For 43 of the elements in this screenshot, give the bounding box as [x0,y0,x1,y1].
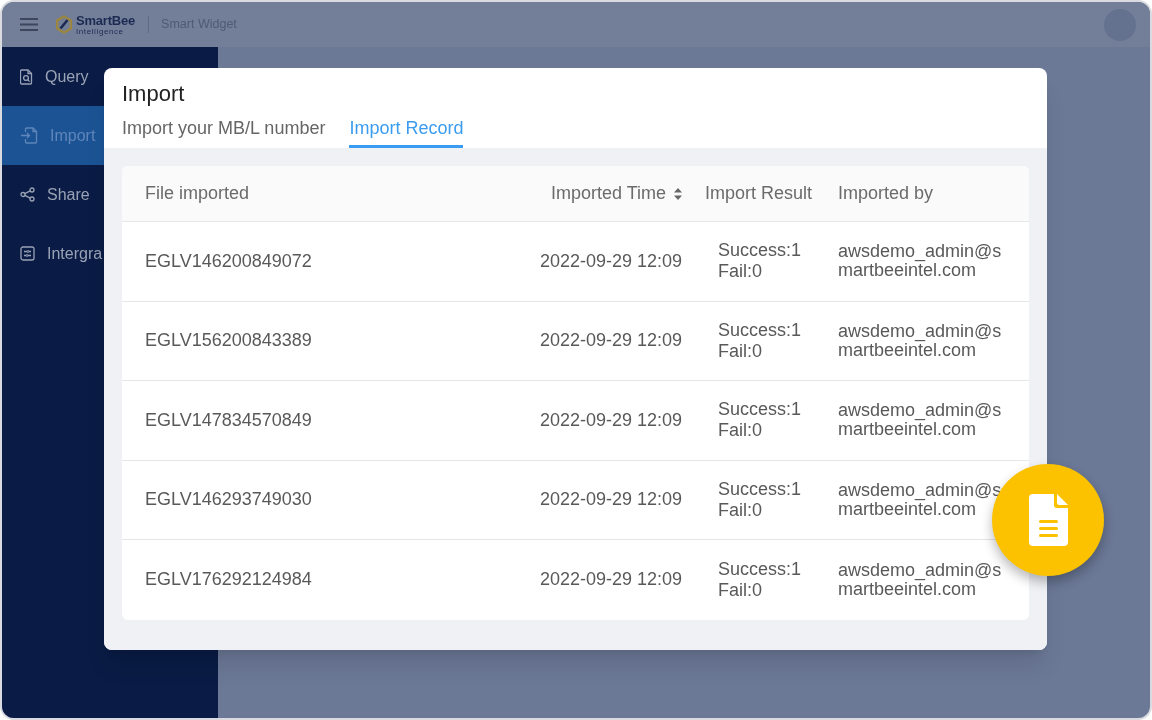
fail-count: Fail:0 [718,499,762,521]
sort-icon[interactable] [674,187,682,200]
file-name: EGLV146200849072 [145,249,312,273]
user-email: awsdemo_admin@smartbeeintel.com [838,401,1003,440]
logo-icon [55,15,73,34]
file-name: EGLV156200843389 [145,329,312,353]
fail-count: Fail:0 [718,340,762,362]
dialog-title: Import [122,81,186,107]
file-name: EGLV147834570849 [145,408,312,432]
column-header[interactable]: Imported Time [550,180,666,207]
user-email: awsdemo_admin@smartbeeintel.com [838,242,1003,281]
share-icon [20,187,35,202]
logo-text: SmartBee [76,13,136,27]
user-email: awsdemo_admin@smartbeeintel.com [838,560,1003,599]
import-time: 2022-09-29 12:09 [539,568,682,592]
fail-count: Fail:0 [718,579,762,601]
tab[interactable]: Import your MB/L number [122,107,326,148]
success-count: Success:1 [718,240,802,262]
sliders-icon [20,246,35,261]
user-email: awsdemo_admin@smartbeeintel.com [838,321,1003,360]
sidebar-item[interactable]: Share [2,165,104,224]
column-header: File imported [145,182,250,205]
column-header: Imported by [838,182,934,205]
import-time: 2022-09-29 12:09 [539,249,682,273]
file-name: EGLV176292124984 [145,568,312,592]
document-search-icon [20,68,33,85]
column-header: Import Result [705,182,813,205]
success-count: Success:1 [718,319,802,341]
sidebar-item[interactable]: Query [2,47,104,106]
import-time: 2022-09-29 12:09 [539,329,682,353]
success-count: Success:1 [718,399,802,421]
import-time: 2022-09-29 12:09 [539,488,682,512]
success-count: Success:1 [718,478,802,500]
success-count: Success:1 [718,558,802,580]
document-arrow-icon [20,127,38,144]
sidebar-item[interactable]: Intergra [2,224,104,283]
fail-count: Fail:0 [718,420,762,442]
user-email: awsdemo_admin@smartbeeintel.com [838,480,1003,519]
logo-tagline: Intelligence [76,27,125,36]
fail-count: Fail:0 [718,261,762,283]
import-time: 2022-09-29 12:09 [539,408,682,432]
file-name: EGLV146293749030 [145,488,312,512]
document-icon [1028,494,1068,546]
